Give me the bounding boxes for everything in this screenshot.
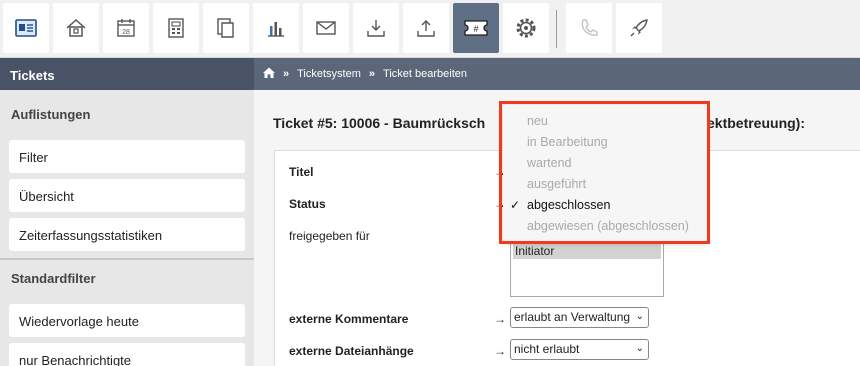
highlight-box [499,101,710,244]
breadcrumb-separator: » [283,68,290,80]
calendar-icon: 28 [117,19,135,37]
page-title: Ticket #5: 10006 - Baumrücksch ektbetreu… [273,115,805,131]
sidebar-item-nur-benachrichtigte[interactable]: nur Benachrichtigte [9,343,245,366]
calendar-button[interactable]: 28 [103,3,149,53]
download-button[interactable] [353,3,399,53]
ticket-icon-label: # [473,24,478,34]
sidebar-item-filter[interactable]: Filter [9,140,245,173]
sidebar-item-uebersicht[interactable]: Übersicht [9,179,245,212]
breadcrumb-ticket-bearbeiten[interactable]: Ticket bearbeiten [383,68,467,80]
upload-button[interactable] [403,3,449,53]
status-label: Status [289,197,326,211]
rocket-button[interactable] [616,3,662,53]
sidebar-section-title: Standardfilter [11,271,96,286]
main-toolbar: 28 # [0,0,860,58]
documents-icon [217,18,234,38]
externe-dateianhaenge-select[interactable]: nicht erlaubt ⌄ [510,339,649,360]
settings-button[interactable] [503,3,549,53]
chevron-down-icon: ⌄ [635,343,644,354]
statistics-button[interactable] [253,3,299,53]
calendar-day-label: 28 [122,29,130,36]
home-icon [66,18,86,37]
breadcrumb-home-link[interactable] [263,67,275,81]
arrow-icon: → [494,312,506,326]
contact-card-icon [15,19,37,37]
home-button[interactable] [53,3,99,53]
chevron-down-icon: ⌄ [635,311,644,322]
upload-tray-icon [417,20,435,37]
page-title-start: Ticket #5: 10006 - Baumrücksch [273,115,486,131]
page-title-end: ektbetreuung): [707,115,805,131]
externe-kommentare-value: erlaubt an Verwaltung [514,310,631,324]
sidebar-divider [0,258,254,260]
sidebar: Auflistungen Filter Übersicht Zeiterfass… [0,90,254,366]
documents-button[interactable] [203,3,249,53]
mail-icon [316,21,336,35]
mail-button[interactable] [303,3,349,53]
home-icon [263,67,275,78]
rocket-icon [630,19,648,37]
phone-icon [581,19,598,36]
ticket-icon: # [464,20,488,36]
tickets-button[interactable]: # [453,3,499,53]
calculator-button[interactable] [153,3,199,53]
freigegeben-label: freigegeben für [289,229,370,243]
sidebar-item-zeiterfassungsstatistiken[interactable]: Zeiterfassungsstatistiken [9,218,245,251]
toolbar-separator [556,10,557,48]
phone-button[interactable] [566,3,612,53]
calculator-icon [168,18,184,38]
contact-card-button[interactable] [3,3,49,53]
gear-icon [516,18,536,38]
breadcrumb-separator: » [368,68,376,80]
bar-chart-icon [268,22,284,37]
externe-kommentare-select[interactable]: erlaubt an Verwaltung ⌄ [510,307,649,328]
breadcrumb: » Ticketsystem » Ticket bearbeiten [254,58,860,90]
sidebar-section-title: Auflistungen [11,107,91,122]
breadcrumb-ticketsystem[interactable]: Ticketsystem [297,68,361,80]
sidebar-item-wiedervorlage-heute[interactable]: Wiedervorlage heute [9,304,245,337]
freigegeben-listbox[interactable]: Initiator [510,240,664,297]
sidebar-header: Tickets [0,58,254,90]
externe-kommentare-label: externe Kommentare [289,312,409,326]
externe-dateianhaenge-label: externe Dateianhänge [289,344,414,358]
arrow-icon: → [494,344,506,358]
externe-dateianhaenge-value: nicht erlaubt [514,342,580,356]
download-tray-icon [367,20,385,37]
titel-label: Titel [289,165,314,179]
listbox-option-initiator[interactable]: Initiator [513,243,661,259]
